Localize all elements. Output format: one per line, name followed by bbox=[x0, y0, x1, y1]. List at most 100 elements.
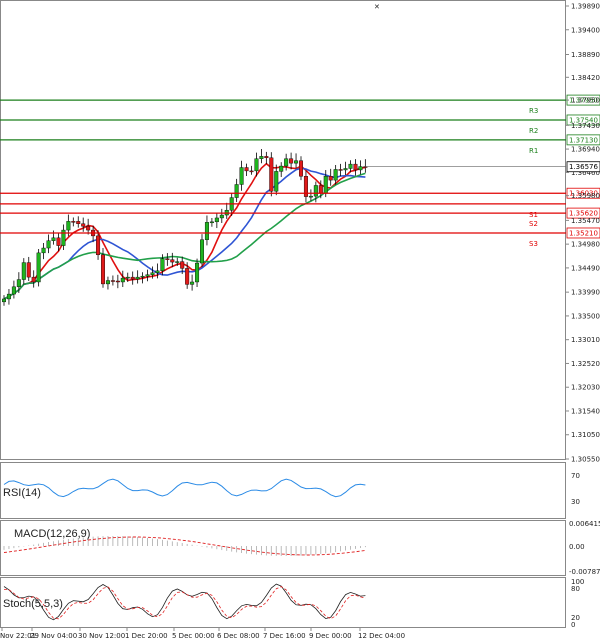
candle-body bbox=[56, 237, 61, 246]
candle-body bbox=[323, 176, 328, 194]
close-icon[interactable]: ✕ bbox=[374, 3, 380, 11]
candle-body bbox=[338, 169, 343, 171]
price-tick-label: 1.31540 bbox=[571, 407, 600, 415]
time-tick-label: 6 Dec 08:00 bbox=[217, 632, 260, 640]
level-label: R2 bbox=[529, 127, 538, 135]
macd-label: MACD(12,26,9) bbox=[14, 528, 90, 540]
candle-body bbox=[145, 274, 150, 277]
price-tick-label: 1.37950 bbox=[571, 97, 600, 105]
time-tick-label: 9 Dec 00:00 bbox=[309, 632, 352, 640]
candle-body bbox=[185, 268, 190, 285]
macd-tick-label: 0.00 bbox=[569, 543, 585, 551]
macd-tick-label: -0.007877 bbox=[569, 568, 600, 576]
price-tick-label: 1.39400 bbox=[571, 26, 600, 34]
time-axis: Nov 22:0129 Nov 04:00 30 Nov 12:00 1 Dec 2… bbox=[0, 627, 405, 640]
candle-body bbox=[130, 276, 135, 280]
stoch-tick-label: 0 bbox=[571, 621, 575, 629]
candle-body bbox=[125, 276, 130, 279]
candle-body bbox=[358, 166, 363, 171]
stoch-axis: 10080200 bbox=[571, 578, 584, 629]
candle-body bbox=[254, 158, 259, 172]
price-tick-label: 1.30550 bbox=[571, 456, 600, 464]
candle-body bbox=[318, 185, 323, 194]
candle-body bbox=[209, 221, 214, 224]
candle-body bbox=[46, 240, 51, 249]
price-tick-label: 1.38890 bbox=[571, 51, 600, 59]
level-tag-value: 1.35210 bbox=[569, 229, 598, 237]
candle-body bbox=[284, 158, 289, 167]
forex-chart: R31.37950R21.37540R11.371301.36030S1S21.… bbox=[0, 0, 600, 640]
candle-body bbox=[299, 160, 304, 177]
candle-body bbox=[105, 280, 110, 285]
candle-body bbox=[6, 293, 11, 300]
stoch-label: Stoch(5,5,3) bbox=[3, 598, 63, 610]
candle-body bbox=[294, 160, 299, 164]
candle-body bbox=[16, 279, 21, 288]
price-tick-label: 1.38420 bbox=[571, 74, 600, 82]
candle-body bbox=[343, 168, 348, 171]
candle-body bbox=[31, 276, 36, 283]
candle-body bbox=[66, 221, 71, 231]
stoch-pane bbox=[0, 577, 566, 628]
candle-body bbox=[110, 280, 115, 282]
level-label: R1 bbox=[529, 147, 538, 155]
current-price-value: 1.36576 bbox=[569, 163, 598, 171]
price-tick-label: 1.32520 bbox=[571, 360, 600, 368]
candle-body bbox=[155, 270, 160, 273]
candle-body bbox=[71, 221, 76, 223]
candle-body bbox=[76, 221, 81, 224]
candle-body bbox=[2, 298, 6, 303]
candle-body bbox=[204, 222, 209, 240]
candle-body bbox=[244, 167, 249, 172]
candle-body bbox=[239, 167, 244, 185]
candle-body bbox=[160, 258, 165, 272]
time-tick-label: 1 Dec 20:00 bbox=[125, 632, 168, 640]
candle-body bbox=[135, 276, 140, 280]
level-tag-value: 1.37130 bbox=[569, 136, 598, 144]
price-tick-label: 1.33500 bbox=[571, 312, 600, 320]
time-tick-label: 29 Nov 04:00 bbox=[30, 632, 77, 640]
rsi-tick-label: 70 bbox=[571, 472, 580, 480]
candle-body bbox=[180, 261, 185, 269]
candle-body bbox=[348, 163, 353, 169]
time-tick-label: 5 Dec 00:00 bbox=[172, 632, 215, 640]
time-tick-label: 7 Dec 16:00 bbox=[263, 632, 306, 640]
candle-body bbox=[120, 277, 125, 283]
candle-body bbox=[96, 235, 101, 256]
candle-body bbox=[259, 156, 264, 159]
price-tick-label: 1.39890 bbox=[571, 3, 600, 11]
price-tick-label: 1.35470 bbox=[571, 217, 600, 225]
candle-body bbox=[353, 163, 358, 171]
price-tick-label: 1.37430 bbox=[571, 122, 600, 130]
candle-body bbox=[328, 176, 333, 181]
candle-body bbox=[234, 184, 239, 198]
price-tick-label: 1.34490 bbox=[571, 264, 600, 272]
candle-body bbox=[190, 281, 195, 285]
price-pane bbox=[0, 0, 566, 460]
price-tick-label: 1.34980 bbox=[571, 241, 600, 249]
candle-body bbox=[51, 237, 56, 241]
level-label: S3 bbox=[529, 240, 538, 248]
level-label: S2 bbox=[529, 220, 538, 228]
candle-body bbox=[170, 259, 175, 263]
candle-body bbox=[26, 262, 31, 278]
macd-tick-label: 0.006415 bbox=[569, 520, 600, 528]
stoch-tick-label: 80 bbox=[571, 585, 580, 593]
rsi-pane bbox=[0, 462, 566, 519]
candle-body bbox=[11, 286, 16, 295]
candle-body bbox=[308, 195, 313, 198]
rsi-axis: 70 30 bbox=[571, 472, 580, 506]
price-tick-label: 1.36940 bbox=[571, 146, 600, 154]
candle-body bbox=[21, 262, 26, 280]
rsi-tick-label: 30 bbox=[571, 498, 580, 506]
candle-body bbox=[264, 156, 269, 159]
candle-body bbox=[249, 170, 254, 173]
time-tick-label: 30 Nov 12:00 bbox=[78, 632, 125, 640]
level-label: R3 bbox=[529, 107, 538, 115]
candle-body bbox=[165, 258, 170, 260]
candle-body bbox=[140, 275, 145, 278]
candle-body bbox=[86, 225, 91, 231]
price-tick-label: 1.32030 bbox=[571, 384, 600, 392]
candle-body bbox=[199, 239, 204, 264]
candle-body bbox=[269, 157, 274, 192]
